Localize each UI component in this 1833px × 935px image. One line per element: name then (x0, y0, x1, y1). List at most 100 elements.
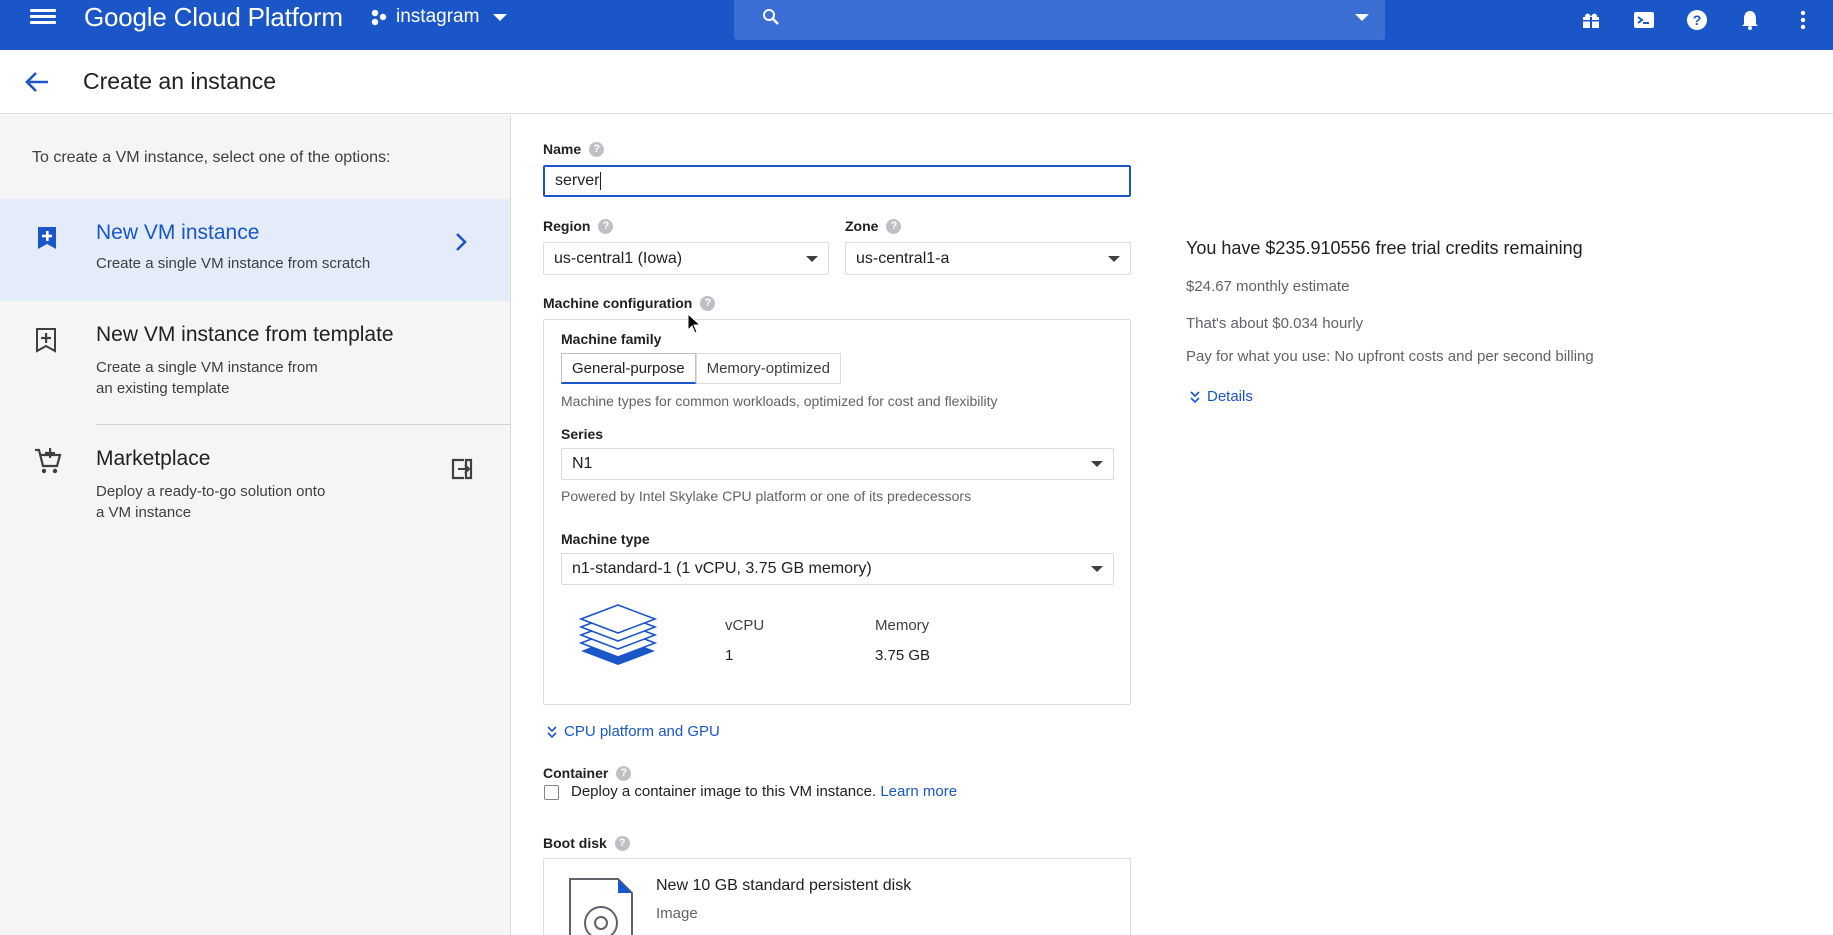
machine-family-tabs: General-purpose Memory-optimized (561, 353, 841, 384)
top-app-bar: Google Cloud Platform instagram ? (0, 0, 1833, 50)
learn-more-link[interactable]: Learn more (880, 783, 957, 800)
svg-text:?: ? (1693, 12, 1702, 28)
zone-select[interactable]: us-central1-a (845, 242, 1131, 275)
container-checkbox-text: Deploy a container image to this VM inst… (571, 783, 877, 800)
region-select-value: us-central1 (Iowa) (554, 249, 683, 267)
boot-disk-image: Image (656, 905, 698, 922)
tab-memory-optimized[interactable]: Memory-optimized (695, 353, 841, 384)
machine-stack-icon (578, 603, 658, 690)
option-title: New VM instance (96, 221, 260, 244)
machine-config-label: Machine configuration? (543, 295, 716, 311)
details-text: Details (1207, 388, 1253, 405)
notifications-icon[interactable] (1736, 6, 1764, 34)
tab-general-purpose[interactable]: General-purpose (561, 353, 696, 384)
boot-disk-card: New 10 GB standard persistent disk Image (543, 858, 1131, 935)
help-icon[interactable]: ? (614, 835, 630, 851)
option-title: Marketplace (96, 447, 211, 470)
name-label-text: Name (543, 141, 582, 157)
help-icon[interactable]: ? (598, 218, 614, 234)
family-hint: Machine types for common workloads, opti… (561, 393, 998, 409)
details-expander[interactable]: Details (1189, 388, 1253, 405)
series-select[interactable]: N1 (561, 448, 1114, 480)
option-marketplace[interactable]: Marketplace Deploy a ready-to-go solutio… (0, 427, 510, 547)
hourly-estimate: That's about $0.034 hourly (1186, 315, 1364, 332)
text-cursor (600, 172, 602, 190)
memory-value: 3.75 GB (875, 647, 931, 664)
series-hint: Powered by Intel Skylake CPU platform or… (561, 488, 972, 504)
option-title: New VM instance from template (96, 323, 394, 346)
machine-type-select[interactable]: n1-standard-1 (1 vCPU, 3.75 GB memory) (561, 553, 1114, 585)
option-desc-line: an existing template (96, 380, 230, 397)
monthly-estimate: $24.67 monthly estimate (1186, 278, 1350, 295)
page-header: Create an instance (0, 50, 1833, 114)
machine-family-label: Machine family (561, 331, 662, 347)
trial-credits: You have $235.910556 free trial credits … (1186, 238, 1583, 258)
name-label: Name? (543, 141, 605, 157)
zone-select-value: us-central1-a (856, 249, 950, 267)
open-external-icon[interactable] (450, 457, 474, 486)
help-icon[interactable]: ? (1683, 6, 1711, 34)
name-input-value: server (555, 172, 600, 189)
dropdown-arrow-icon (806, 255, 818, 262)
machine-type-label: Machine type (561, 531, 650, 547)
help-icon[interactable]: ? (700, 295, 716, 311)
dropdown-arrow-icon (1091, 566, 1103, 572)
vcpu-label: vCPU (725, 617, 765, 634)
boot-disk-label-text: Boot disk (543, 835, 607, 851)
help-icon[interactable]: ? (589, 141, 605, 157)
container-checkbox[interactable] (544, 785, 559, 800)
search-dropdown-icon[interactable] (1355, 14, 1369, 21)
region-label-text: Region (543, 218, 591, 234)
chevron-down-icon (493, 13, 508, 21)
project-selector[interactable]: instagram (370, 6, 508, 28)
series-label: Series (561, 426, 604, 442)
pricing-panel: You have $235.910556 free trial credits … (1186, 238, 1594, 405)
option-desc: Create a single VM instance from an exis… (96, 357, 318, 399)
zone-label-text: Zone (845, 218, 879, 234)
machine-config-label-text: Machine configuration (543, 295, 693, 311)
boot-disk-title: New 10 GB standard persistent disk (656, 877, 912, 894)
cart-icon (34, 447, 62, 480)
template-icon (34, 327, 58, 358)
container-label-text: Container (543, 765, 609, 781)
cpu-platform-gpu-expander[interactable]: CPU platform and GPU (546, 723, 720, 740)
search-bar[interactable] (734, 0, 1385, 40)
project-name: instagram (396, 6, 480, 27)
memory-label: Memory (875, 617, 930, 634)
options-intro: To create a VM instance, select one of t… (32, 149, 391, 166)
help-icon[interactable]: ? (886, 218, 902, 234)
cpu-platform-gpu-text: CPU platform and GPU (564, 723, 720, 740)
dropdown-arrow-icon (1091, 461, 1103, 467)
gift-icon[interactable] (1577, 6, 1605, 34)
project-icon (371, 9, 387, 26)
disk-icon (568, 877, 634, 935)
option-new-vm-instance[interactable]: New VM instance Create a single VM insta… (0, 199, 510, 301)
double-chevron-down-icon (547, 725, 557, 738)
zone-label: Zone? (845, 218, 902, 234)
container-checkbox-label: Deploy a container image to this VM inst… (571, 783, 957, 800)
search-icon (763, 9, 779, 25)
region-select[interactable]: us-central1 (Iowa) (543, 242, 829, 275)
creation-options-panel: To create a VM instance, select one of t… (0, 115, 511, 935)
more-vert-icon[interactable] (1789, 6, 1817, 34)
chevron-right-icon (454, 231, 468, 258)
mouse-pointer-icon (687, 312, 702, 340)
billing-note: Pay for what you use: No upfront costs a… (1186, 348, 1594, 365)
brand-title[interactable]: Google Cloud Platform (84, 2, 343, 33)
cloud-shell-icon[interactable] (1630, 6, 1658, 34)
option-desc-line: Create a single VM instance from (96, 359, 318, 376)
help-icon[interactable]: ? (616, 765, 632, 781)
region-label: Region? (543, 218, 614, 234)
name-input[interactable]: server (543, 165, 1131, 197)
vcpu-value: 1 (725, 647, 734, 664)
dropdown-arrow-icon (1108, 255, 1120, 262)
page-title: Create an instance (83, 68, 277, 94)
option-desc-line: Deploy a ready-to-go solution onto (96, 483, 326, 500)
option-desc: Deploy a ready-to-go solution onto a VM … (96, 481, 325, 523)
option-new-vm-from-template[interactable]: New VM instance from template Create a s… (36, 301, 510, 425)
menu-icon[interactable] (30, 6, 56, 28)
boot-disk-label: Boot disk? (543, 835, 630, 851)
machine-type-select-value: n1-standard-1 (1 vCPU, 3.75 GB memory) (572, 560, 872, 577)
container-label: Container? (543, 765, 632, 781)
back-arrow-icon[interactable] (24, 70, 52, 94)
